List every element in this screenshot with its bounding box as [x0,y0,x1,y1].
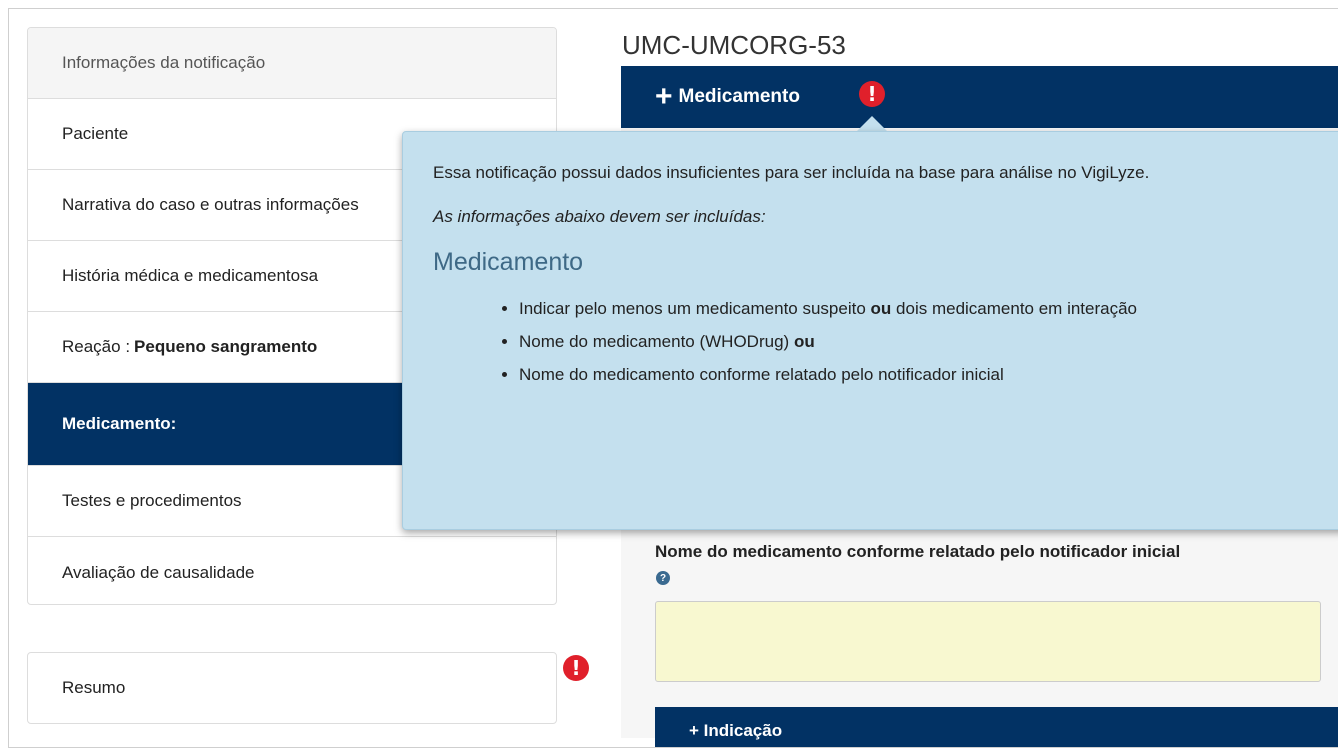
nav-item-label: Testes e procedimentos [62,491,242,510]
nav-item-causality[interactable]: Avaliação de causalidade [28,537,556,604]
popover-subtitle: As informações abaixo devem ser incluída… [433,207,766,226]
plus-icon: + [655,80,673,113]
popover-arrow [857,116,887,131]
drug-section-header[interactable]: + Medicamento [621,66,1338,128]
nav-item-label: Avaliação de causalidade [62,562,255,582]
bullet-text: dois medicamento em interação [896,299,1138,318]
exclamation-circle-icon[interactable]: ! [859,81,885,107]
nav-item-label: Narrativa do caso e outras informações [62,195,359,214]
nav-item-label: Paciente [62,124,129,143]
bullet-text: Nome do medicamento conforme relatado pe… [519,365,1004,384]
nav-item-notification-info[interactable]: Informações da notificação [28,28,556,99]
question-circle-icon[interactable]: ? [656,571,670,585]
drug-name-field-label: Nome do medicamento conforme relatado pe… [655,542,1181,561]
summary-nav-item[interactable]: Resumo [27,652,557,724]
insufficient-data-popover: Essa notificação possui dados insuficien… [402,131,1338,530]
bullet-connector: ou [793,332,815,351]
nav-item-label: Reação : [62,337,131,356]
bullet-text: Indicar pelo menos um medicamento suspei… [519,299,866,318]
indication-section-header[interactable]: + Indicação [655,707,1338,747]
drug-name-input[interactable] [655,601,1321,682]
plus-icon: + [689,721,704,740]
drug-section-title: Medicamento [678,86,800,107]
bullet-text: Nome do medicamento (WHODrug) [519,332,790,351]
record-id: UMC-UMCORG-53 [622,30,846,60]
list-item: Nome do medicamento conforme relatado pe… [519,358,1314,391]
nav-item-label: Medicamento: [62,414,177,433]
summary-label: Resumo [62,678,126,697]
popover-heading: Medicamento [433,248,584,276]
missing-fields-list: Indicar pelo menos um medicamento suspei… [433,292,1314,391]
indication-section-title: Indicação [703,721,783,740]
nav-item-reaction-value: Pequeno sangramento [134,337,318,356]
nav-item-label: Informações da notificação [62,53,266,72]
bullet-connector: ou [870,299,892,318]
list-item: Nome do medicamento (WHODrug) ou [519,325,1314,358]
nav-item-label: História médica e medicamentosa [62,266,319,285]
list-item: Indicar pelo menos um medicamento suspei… [519,292,1314,325]
exclamation-circle-icon: ! [563,655,589,681]
popover-intro: Essa notificação possui dados insuficien… [433,163,1150,182]
